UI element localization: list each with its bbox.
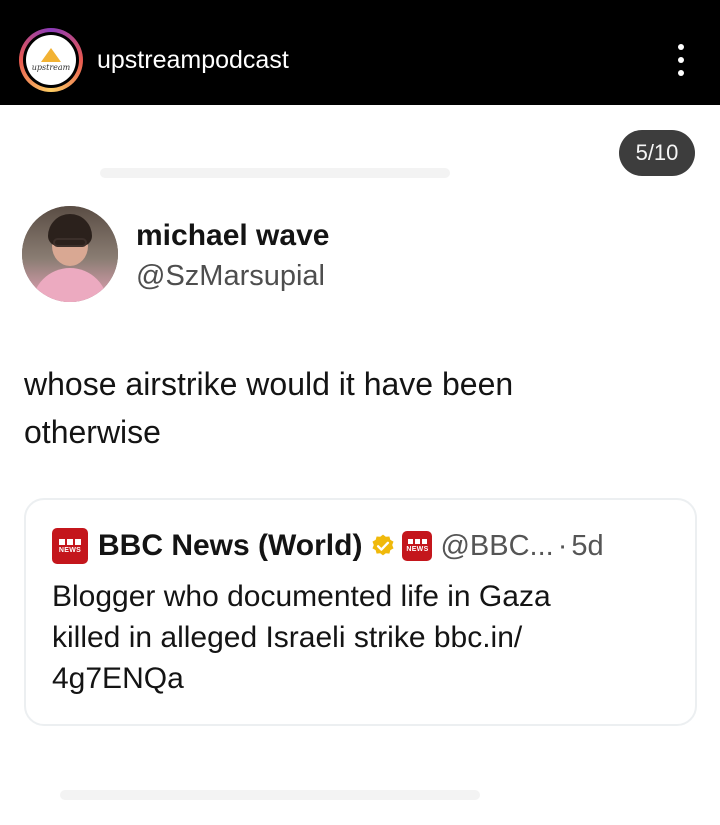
quoted-source-handle[interactable]: @BBC...	[440, 530, 553, 563]
verified-badge-icon	[372, 534, 394, 556]
quoted-tweet-text: Blogger who documented life in Gaza kill…	[52, 580, 551, 695]
slide-counter: 5/10	[619, 130, 695, 176]
author-display-name[interactable]: michael wave	[136, 219, 329, 253]
author-avatar[interactable]	[22, 206, 118, 302]
bbc-news-logo-icon: NEWS	[402, 531, 433, 561]
meta-separator: ·	[557, 529, 568, 562]
author-handle[interactable]: @SzMarsupial	[136, 259, 325, 293]
more-vertical-icon[interactable]	[672, 44, 690, 76]
upstream-logo-icon: upstream	[26, 35, 76, 85]
quoted-tweet-header: NEWS BBC News (World) NEWS @BBC... · 5d	[52, 528, 604, 564]
account-avatar[interactable]: upstream	[19, 28, 83, 92]
account-username[interactable]: upstreampodcast	[97, 45, 289, 75]
faded-text-line	[60, 790, 480, 800]
tweet-text: whose airstrike would it have been other…	[24, 366, 514, 450]
quoted-tweet-age: 5d	[571, 529, 604, 562]
top-bar: upstream upstreampodcast	[0, 0, 720, 105]
faded-text-line	[100, 168, 450, 178]
quoted-tweet-card[interactable]: NEWS BBC News (World) NEWS @BBC... · 5d …	[24, 498, 697, 726]
quoted-source-name[interactable]: BBC News (World)	[98, 529, 362, 563]
bbc-news-logo-icon: NEWS	[52, 528, 88, 564]
